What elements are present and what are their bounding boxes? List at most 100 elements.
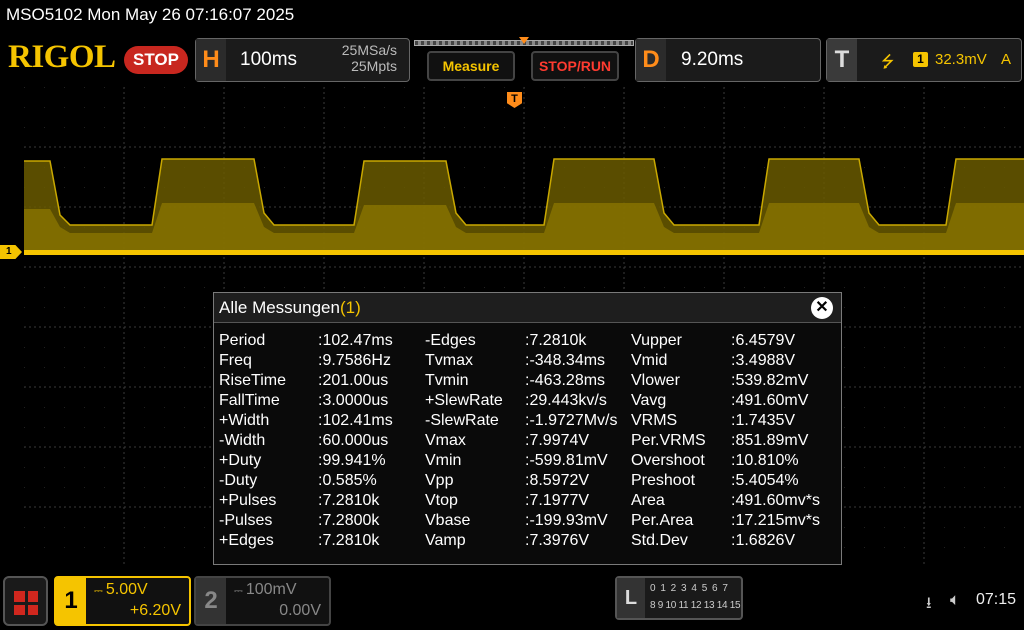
measurement-label: Std.Dev [631, 532, 688, 549]
logic-label: L [617, 578, 645, 618]
measurement-label: Per.Area [631, 512, 694, 529]
usb-icon: ⭳ [926, 595, 932, 612]
measurement-value: :7.2810k [318, 492, 380, 509]
measurement-label: RiseTime [219, 372, 286, 389]
measurement-label: +Duty [219, 452, 262, 469]
measurement-label: +Pulses [219, 492, 277, 509]
measurement-value: :60.000us [318, 432, 389, 449]
measurement-label: Preshoot [631, 472, 696, 489]
channel-1-scale: ⎓ 5.00V [94, 581, 148, 598]
measurement-label: Vmid [631, 352, 668, 369]
measurement-value: :1.6826V [731, 532, 796, 549]
logic-channels-low: 0 1 2 3 4 5 6 7 [650, 583, 729, 594]
horizontal-panel[interactable]: H 100ms 25MSa/s 25Mpts [195, 38, 410, 82]
main-menu-button[interactable] [3, 576, 48, 626]
measurement-value: :851.89mV [731, 432, 809, 449]
measurement-row: VRMS:1.7435V [631, 411, 795, 431]
measurement-value: :7.2800k [318, 512, 380, 529]
measurement-value: :9.7586Hz [318, 352, 391, 369]
measurement-label: -Duty [219, 472, 258, 489]
measurement-value: :7.2810k [318, 532, 380, 549]
delay-value: 9.20ms [681, 49, 744, 70]
stop-run-button[interactable]: STOP/RUN [531, 51, 619, 81]
timebase-value: 100ms [240, 49, 298, 70]
measurement-label: Tvmin [425, 372, 469, 389]
run-state-badge[interactable]: STOP [124, 46, 188, 74]
measurement-label: Vtop [425, 492, 458, 509]
measurement-value: :539.82mV [731, 372, 809, 389]
measurement-row: Area:491.60mv*s [631, 491, 820, 511]
measurement-value: :7.1977V [525, 492, 590, 509]
measurement-value: :102.47ms [318, 332, 393, 349]
measurement-value: :102.41ms [318, 412, 393, 429]
measurement-label: -Edges [425, 332, 476, 349]
measurements-count: (1) [339, 298, 361, 317]
measurement-value: :7.2810k [525, 332, 587, 349]
window-title: MSO5102 Mon May 26 07:16:07 2025 [0, 0, 1024, 32]
sample-info: 25MSa/s 25Mpts [342, 42, 397, 74]
measurement-label: -Pulses [219, 512, 273, 529]
memory-position-strip [414, 37, 634, 46]
measurement-value: :-348.34ms [525, 352, 606, 369]
sample-rate: 25MSa/s [341, 42, 397, 58]
measure-button[interactable]: Measure [427, 51, 515, 81]
channel-2-panel[interactable]: 2 ⎓ 100mV 0.00V [194, 576, 331, 626]
measurement-row: Vmin:-599.81mV [425, 451, 608, 471]
measurement-value: :201.00us [318, 372, 389, 389]
measurement-label: Vlower [631, 372, 680, 389]
measurement-label: Vavg [631, 392, 667, 409]
measurement-label: Vmin [425, 452, 462, 469]
measurement-value: :-1.9727Mv/s [525, 412, 618, 429]
bottom-bar: 1 ⎓ 5.00V +6.20V 2 ⎓ 100mV 0.00V L 0 1 2… [0, 570, 1024, 630]
measurement-row: Tvmax:-348.34ms [425, 351, 605, 371]
measurement-value: :29.443kv/s [525, 392, 607, 409]
logic-analyzer-panel[interactable]: L 0 1 2 3 4 5 6 7 8 9 10 11 12 13 14 15 [615, 576, 743, 620]
measurement-value: :7.3976V [525, 532, 590, 549]
measurement-value: :17.215mv*s [731, 512, 820, 529]
trigger-panel[interactable]: T ⭍ 1 32.3mV A [826, 38, 1022, 82]
trigger-source-badge: 1 [913, 52, 928, 67]
measurement-label: Period [219, 332, 266, 349]
close-icon[interactable]: ✕ [811, 297, 833, 319]
measurement-row: Vupper :6.4579V [631, 331, 795, 351]
measurement-label: Vpp [425, 472, 454, 489]
measurement-label: Vbase [425, 512, 471, 529]
rising-edge-icon: ⭍ [881, 54, 895, 71]
measurement-value: :3.0000us [318, 392, 389, 409]
measurement-row: Overshoot:10.810% [631, 451, 799, 471]
channel-2-scale: ⎓ 100mV [234, 581, 297, 598]
channel-1-panel[interactable]: 1 ⎓ 5.00V +6.20V [54, 576, 191, 626]
measurement-row: -SlewRate:-1.9727Mv/s [425, 411, 617, 431]
measurement-label: +Edges [219, 532, 274, 549]
delay-panel[interactable]: D 9.20ms [635, 38, 821, 82]
trigger-level: 32.3mV [935, 51, 987, 68]
ch1-ground-marker[interactable]: 1 [0, 245, 22, 259]
measurement-label: Area [631, 492, 665, 509]
channel-2-offset: 0.00V [279, 602, 321, 619]
measurement-row: +Edges :7.2810k [219, 531, 379, 551]
trigger-mode: A [1001, 51, 1012, 68]
measurement-row: -Width:60.000us [219, 431, 388, 451]
memory-depth: 25Mpts [351, 58, 397, 74]
measurement-row: Vamp:7.3976V [425, 531, 589, 551]
channel-1-offset: +6.20V [129, 602, 181, 619]
measurement-label: FallTime [219, 392, 280, 409]
measurement-row: -Edges :7.2810k [425, 331, 586, 351]
measurement-value: :10.810% [731, 452, 799, 469]
rigol-logo: RIGOL [8, 39, 116, 75]
measurement-row: Vavg:491.60mV [631, 391, 808, 411]
measurement-row: FallTime :3.0000us [219, 391, 388, 411]
measurement-label: +SlewRate [425, 392, 503, 409]
delay-label: D [636, 39, 666, 81]
dc-coupling-icon: ⎓ [94, 585, 106, 597]
measurement-value: :6.4579V [731, 332, 796, 349]
menu-grid-icon [14, 591, 38, 615]
measurement-row: Vbase:-199.93mV [425, 511, 608, 531]
measurement-row: Vmid:3.4988V [631, 351, 795, 371]
trigger-label: T [827, 39, 857, 81]
measurement-row: Vmax:7.9974V [425, 431, 589, 451]
horizontal-label: H [196, 39, 226, 81]
speaker-icon[interactable]: 🔈︎ [950, 590, 960, 610]
measurement-label: Vupper [631, 332, 682, 349]
measurement-row: +Duty:99.941% [219, 451, 386, 471]
